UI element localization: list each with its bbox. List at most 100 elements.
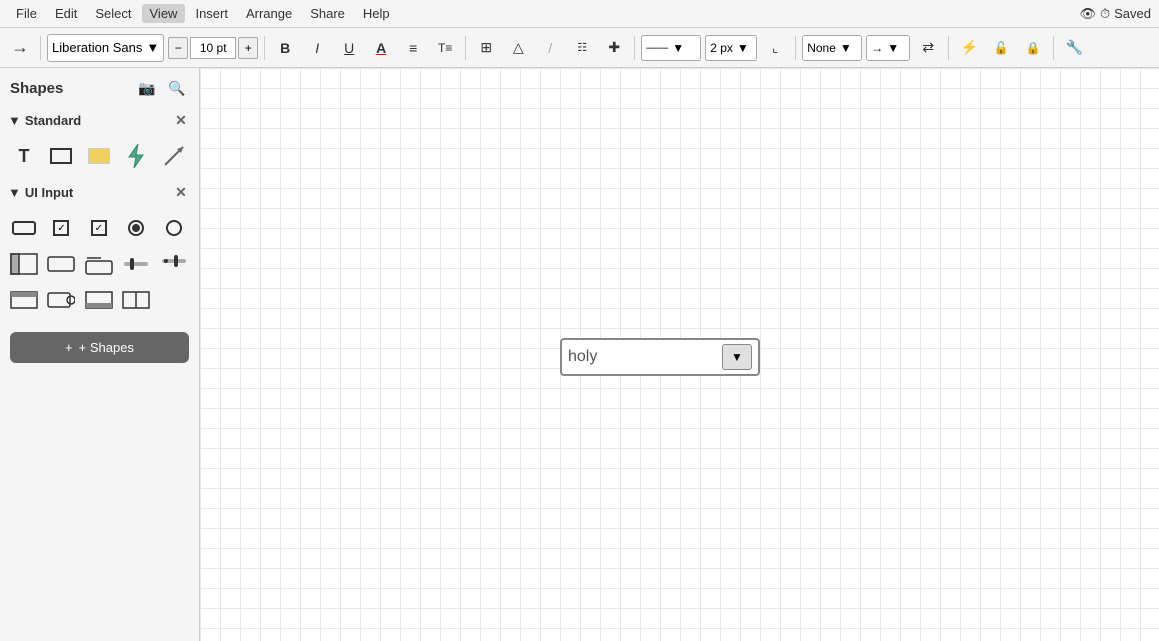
shape-rect[interactable] <box>45 140 77 172</box>
shape-input-outline[interactable] <box>8 212 40 244</box>
shape-bar-bottom[interactable] <box>83 284 115 316</box>
pointer-tool[interactable]: → <box>6 34 34 62</box>
bolt-button[interactable]: ⚡ <box>955 34 983 62</box>
lock-icon: 🔒 <box>1026 41 1041 55</box>
text-color-icon: A <box>376 40 386 56</box>
corner-style-icon: ⌞ <box>772 40 778 56</box>
menu-share[interactable]: Share <box>302 4 353 23</box>
separator-2 <box>264 36 265 60</box>
wrench-button[interactable]: 🔧 <box>1060 34 1088 62</box>
menu-arrange[interactable]: Arrange <box>238 4 300 23</box>
ui-input-close-btn[interactable]: ✕ <box>171 182 191 202</box>
standard-close-btn[interactable]: ✕ <box>171 110 191 130</box>
lock-open-icon: 🔓 <box>994 41 1009 55</box>
arrow-end-value: → <box>871 41 883 55</box>
arrow-start-arrow: ▼ <box>840 41 852 55</box>
menu-view[interactable]: View <box>142 4 186 23</box>
shape-input-small-icon <box>47 256 75 272</box>
line-style-select[interactable]: —— ▼ <box>641 35 701 61</box>
sidebar-title-icons: 📷 🔍 <box>135 76 189 100</box>
align-icon: ≡ <box>409 40 417 56</box>
shape-radio-filled[interactable] <box>120 212 152 244</box>
align-button[interactable]: ≡ <box>399 34 427 62</box>
stroke-color-icon: / <box>548 40 552 56</box>
swap-button[interactable]: ⇄ <box>914 34 942 62</box>
shape-slider-alt-icon <box>160 253 188 275</box>
waypoint-button[interactable]: ✚ <box>600 34 628 62</box>
shape-lightning[interactable] <box>120 140 152 172</box>
separator-6 <box>948 36 949 60</box>
shape-checkbox-check[interactable]: ✓ <box>45 212 77 244</box>
canvas-area[interactable]: holy ▼ <box>200 68 1159 641</box>
saved-indicator: 👁 ⏱ Saved <box>1079 6 1151 22</box>
bold-button[interactable]: B <box>271 34 299 62</box>
font-size-input[interactable] <box>190 37 236 59</box>
extra-format-button[interactable]: ☷ <box>568 34 596 62</box>
shape-input-small[interactable] <box>45 248 77 280</box>
menu-select[interactable]: Select <box>87 4 139 23</box>
wrench-icon: 🔧 <box>1066 39 1083 56</box>
shape-rect-yellow[interactable] <box>83 140 115 172</box>
font-size-control: − + <box>168 37 258 59</box>
canvas-dropdown-text: holy <box>568 348 722 366</box>
ui-input-shapes-grid: ✓ ✓ <box>0 208 199 320</box>
shape-slider-alt[interactable] <box>158 248 190 280</box>
shape-status-bar[interactable] <box>8 284 40 316</box>
saved-label: Saved <box>1114 6 1151 21</box>
arrow-start-value: None <box>807 41 836 55</box>
bolt-icon: ⚡ <box>961 39 978 56</box>
sidebar-title-row: Shapes 📷 🔍 <box>0 68 199 104</box>
standard-section-header: ▼ Standard ✕ <box>0 104 199 136</box>
shape-checkbox-x[interactable]: ✓ <box>83 212 115 244</box>
stroke-color-button[interactable]: / <box>536 34 564 62</box>
arrow-end-select[interactable]: → ▼ <box>866 35 910 61</box>
line-width-select[interactable]: 2 px ▼ <box>705 35 757 61</box>
menu-edit[interactable]: Edit <box>47 4 85 23</box>
add-shapes-button[interactable]: + + Shapes <box>10 332 189 363</box>
insert-shape-button[interactable]: ⊞ <box>472 34 500 62</box>
separator-3 <box>465 36 466 60</box>
shape-input-label[interactable] <box>83 248 115 280</box>
standard-section-left: ▼ Standard <box>8 113 81 128</box>
line-width-value: 2 px <box>710 41 733 55</box>
shape-slider[interactable] <box>120 248 152 280</box>
text-format-button[interactable]: T≡ <box>431 34 459 62</box>
font-dropdown-arrow: ▼ <box>146 40 159 55</box>
font-name: Liberation Sans <box>52 40 142 55</box>
shape-radio-empty[interactable] <box>158 212 190 244</box>
italic-button[interactable]: I <box>303 34 331 62</box>
font-selector[interactable]: Liberation Sans ▼ <box>47 34 164 62</box>
shape-text[interactable]: T <box>8 140 40 172</box>
font-size-increase[interactable]: + <box>238 37 258 59</box>
sidebar-search-btn[interactable]: 🔍 <box>165 76 189 100</box>
shape-text-icon: T <box>19 146 30 167</box>
menubar: File Edit Select View Insert Arrange Sha… <box>0 0 1159 28</box>
separator-7 <box>1053 36 1054 60</box>
shape-status-bar-icon <box>10 291 38 309</box>
menu-help[interactable]: Help <box>355 4 398 23</box>
arrow-end-arrow: ▼ <box>887 41 899 55</box>
fill-icon: △ <box>513 39 524 56</box>
corner-style-button[interactable]: ⌞ <box>761 34 789 62</box>
menu-file[interactable]: File <box>8 4 45 23</box>
lock-open-button[interactable]: 🔓 <box>987 34 1015 62</box>
fill-button[interactable]: △ <box>504 34 532 62</box>
shape-search-bar[interactable] <box>45 284 77 316</box>
lock-button[interactable]: 🔒 <box>1019 34 1047 62</box>
menu-insert[interactable]: Insert <box>187 4 236 23</box>
standard-shapes-grid: T <box>0 136 199 176</box>
text-color-button[interactable]: A <box>367 34 395 62</box>
sidebar-image-btn[interactable]: 📷 <box>135 76 159 100</box>
shape-arrow[interactable] <box>158 140 190 172</box>
line-style-arrow: ▼ <box>672 41 684 55</box>
canvas-dropdown-button[interactable]: ▼ <box>722 344 752 370</box>
ui-input-section-left: ▼ UI Input <box>8 185 73 200</box>
font-size-decrease[interactable]: − <box>168 37 188 59</box>
canvas-dropdown-widget[interactable]: holy ▼ <box>560 338 760 376</box>
sidebar-title: Shapes <box>10 80 63 97</box>
shape-panel-top[interactable] <box>8 248 40 280</box>
arrow-start-select[interactable]: None ▼ <box>802 35 862 61</box>
standard-label: Standard <box>25 113 81 128</box>
underline-button[interactable]: U <box>335 34 363 62</box>
shape-split-panel[interactable] <box>120 284 152 316</box>
